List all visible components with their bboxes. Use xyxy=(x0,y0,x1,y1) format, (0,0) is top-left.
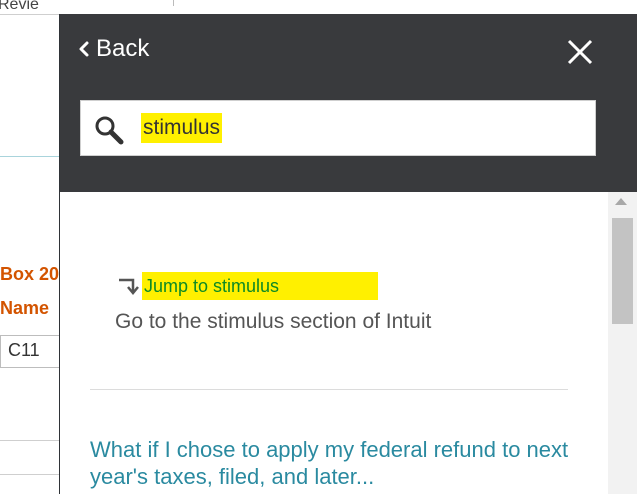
jump-to-link[interactable]: Jump to stimulus xyxy=(116,272,378,300)
background-divider xyxy=(173,0,174,6)
scrollbar-thumb[interactable] xyxy=(612,218,633,324)
jump-arrow-icon xyxy=(119,278,139,295)
background-divider xyxy=(0,156,64,157)
background-cell-border xyxy=(0,367,64,368)
search-box: stimulus xyxy=(80,100,596,156)
background-cell[interactable]: C11 xyxy=(8,340,40,361)
search-results: Jump to stimulus Go to the stimulus sect… xyxy=(60,192,608,494)
panel-header: Back stimulus xyxy=(60,14,637,192)
scrollbar[interactable] xyxy=(608,192,637,494)
search-icon xyxy=(95,116,124,145)
result-description: Go to the stimulus section of Intuit xyxy=(115,310,432,333)
background-box-label: Box 20 xyxy=(0,264,60,284)
background-name-label: Name xyxy=(0,298,50,318)
background-heading: Revie xyxy=(0,0,39,13)
chevron-left-icon xyxy=(79,41,89,57)
faq-link[interactable]: What if I chose to apply my federal refu… xyxy=(90,436,570,490)
background-divider xyxy=(0,14,64,15)
background-divider xyxy=(0,474,64,475)
background-cell-border xyxy=(0,335,1,367)
close-icon[interactable] xyxy=(566,38,594,66)
back-button[interactable]: Back xyxy=(76,35,149,63)
background-divider xyxy=(0,440,64,441)
back-label: Back xyxy=(96,35,150,62)
scroll-up-icon[interactable] xyxy=(615,198,627,205)
search-input[interactable]: stimulus xyxy=(141,113,223,143)
jump-to-label: Jump to stimulus xyxy=(142,272,378,300)
help-panel: Back stimulus Jump to stimulus Go to the… xyxy=(59,14,637,494)
results-divider xyxy=(90,389,568,390)
background-cell-border xyxy=(0,335,64,336)
